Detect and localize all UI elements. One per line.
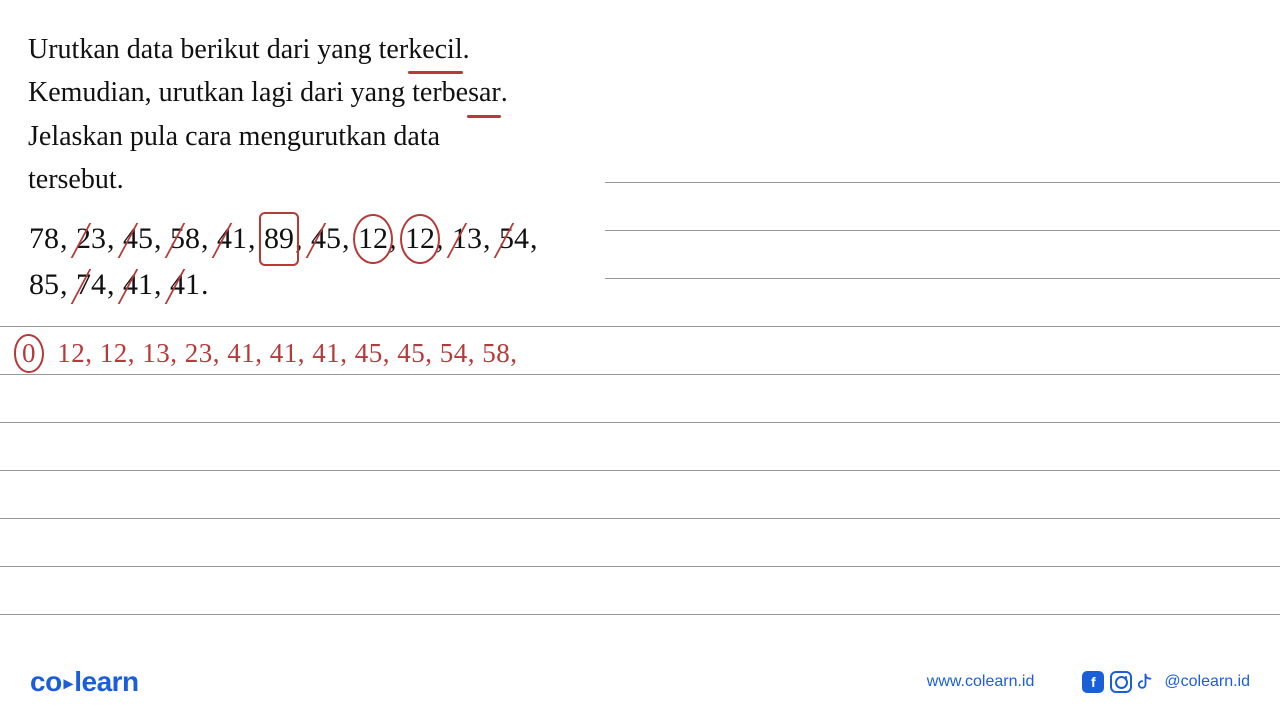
data-number: 41: [216, 216, 248, 263]
answer-marker: 0: [18, 338, 40, 369]
data-number: 23: [75, 216, 107, 263]
social-links: f @colearn.id: [1082, 671, 1250, 693]
data-number: 45: [122, 216, 154, 263]
problem-line4: tersebut.: [28, 158, 588, 201]
data-numbers-list: 78, 23, 45, 58, 41, 89, 45, 12, 12, 13, …: [28, 216, 588, 309]
data-number: 12: [357, 216, 389, 263]
data-number: 41: [169, 262, 201, 309]
logo-part1: co: [30, 666, 62, 697]
data-number: 54: [498, 216, 530, 263]
problem-line3: Jelaskan pula cara mengurutkan data: [28, 115, 588, 158]
tiktok-icon: [1138, 671, 1158, 693]
logo-part2: learn: [74, 666, 138, 697]
footer: co▸learn www.colearn.id f @colearn.id: [30, 666, 1250, 698]
facebook-icon: f: [1082, 671, 1104, 693]
answer-sequence: 12, 12, 13, 23, 41, 41, 41, 45, 45, 54, …: [57, 338, 517, 368]
logo-dot: ▸: [62, 673, 75, 693]
data-number: 45: [310, 216, 342, 263]
problem-statement: Urutkan data berikut dari yang terkecil.…: [28, 28, 588, 202]
problem-content: Urutkan data berikut dari yang terkecil.…: [28, 28, 588, 309]
footer-right: www.colearn.id f @colearn.id: [927, 671, 1250, 693]
instagram-icon: [1110, 671, 1132, 693]
keyword-largest: besar: [442, 71, 501, 114]
problem-line2-post: .: [501, 77, 508, 108]
problem-line1-pre: Urutkan data berikut dari yang ter: [28, 34, 408, 65]
problem-line2-pre: Kemudian, urutkan lagi dari yang ter: [28, 77, 442, 108]
problem-line1-post: .: [463, 34, 470, 65]
data-number: 58: [169, 216, 201, 263]
data-number: 74: [75, 262, 107, 309]
data-number: 12: [404, 216, 436, 263]
social-handle: @colearn.id: [1164, 673, 1250, 691]
data-number: 89: [263, 216, 295, 263]
website-url: www.colearn.id: [927, 673, 1035, 691]
colearn-logo: co▸learn: [30, 666, 139, 698]
data-number: 41: [122, 262, 154, 309]
data-number: 78: [28, 216, 60, 263]
data-number: 13: [451, 216, 483, 263]
keyword-smallest: kecil: [408, 28, 462, 71]
data-number: 85: [28, 262, 60, 309]
handwritten-answer: 0 12, 12, 13, 23, 41, 41, 41, 45, 45, 54…: [18, 338, 518, 369]
